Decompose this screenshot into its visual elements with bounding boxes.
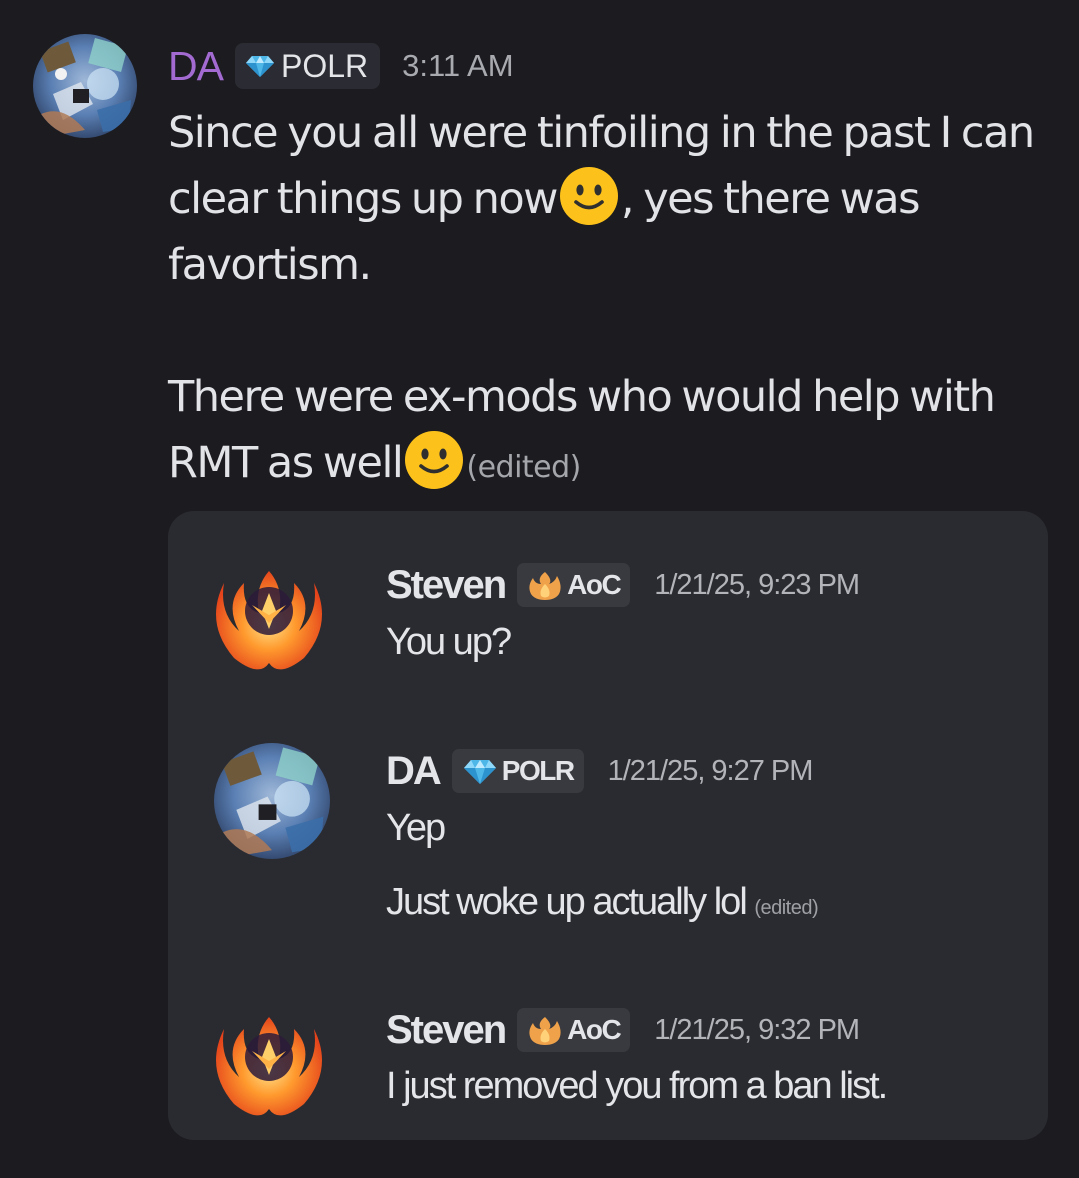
discord-chat-view: DA POLR 3:11 AM Since you all were tinfo…	[0, 0, 1079, 1178]
timestamp: 3:11 AM	[402, 48, 514, 83]
embedded-message-header: Steven AoC 1/21/25, 9:23 PM	[386, 560, 860, 610]
author-name[interactable]: DA	[168, 43, 224, 90]
role-tag[interactable]: POLR	[234, 43, 381, 89]
role-tag-label: POLR	[501, 755, 575, 786]
message-line-part: clear things up now	[168, 174, 558, 224]
avatar	[214, 743, 330, 859]
role-tag-label: AoC	[567, 1014, 622, 1045]
diamond-icon	[463, 760, 496, 784]
message-text: You up?	[386, 621, 512, 663]
message-line-part: , yes there was	[620, 174, 921, 224]
message-line-part: Just woke up actually lol	[386, 881, 748, 923]
embedded-screenshot-image[interactable]: Steven AoC 1/21/25, 9:23 PM You up? DA P…	[168, 511, 1048, 1140]
phoenix-avatar-icon	[216, 571, 322, 670]
timestamp: 1/21/25, 9:27 PM	[607, 754, 814, 787]
message-text: I just removed you from a ban list.	[386, 1065, 888, 1107]
role-tag: POLR	[451, 749, 584, 793]
edited-label: (edited)	[466, 450, 581, 485]
flame-icon	[529, 572, 561, 600]
message-line: There were ex-mods who would help with	[168, 372, 996, 422]
edited-label: (edited)	[754, 897, 819, 919]
flame-icon	[529, 1017, 561, 1045]
author-name: DA	[386, 748, 442, 793]
slightly-smiling-face-icon	[559, 166, 618, 225]
embedded-message-header: Steven AoC 1/21/25, 9:32 PM	[386, 1005, 860, 1055]
message-header: DA POLR 3:11 AM	[168, 38, 514, 94]
role-tag: AoC	[517, 1008, 631, 1052]
message-body: Since you all were tinfoiling in the pas…	[168, 100, 1058, 501]
message-text: Yep	[386, 807, 446, 849]
diamond-icon	[245, 56, 274, 77]
timestamp: 1/21/25, 9:32 PM	[654, 1013, 860, 1046]
slightly-smiling-face-icon	[405, 430, 464, 489]
message-line: favortism.	[168, 240, 372, 290]
role-tag-label: POLR	[280, 47, 369, 84]
message-line-part: RMT as well	[168, 438, 404, 488]
author-name: Steven	[386, 562, 507, 607]
message-line: Since you all were tinfoiling in the pas…	[168, 108, 1035, 158]
avatar[interactable]	[33, 34, 137, 138]
timestamp: 1/21/25, 9:23 PM	[654, 568, 860, 601]
phoenix-avatar-icon	[216, 1017, 322, 1116]
embedded-message-header: DA POLR 1/21/25, 9:27 PM	[386, 746, 814, 796]
message-text: Just woke up actually lol (edited)	[386, 881, 819, 924]
author-name: Steven	[386, 1007, 507, 1052]
role-tag: AoC	[517, 563, 631, 607]
role-tag-label: AoC	[567, 569, 622, 600]
message-line: RMT as well (edited)	[168, 430, 1058, 501]
message-line: clear things up now , yes there was	[168, 166, 1058, 232]
